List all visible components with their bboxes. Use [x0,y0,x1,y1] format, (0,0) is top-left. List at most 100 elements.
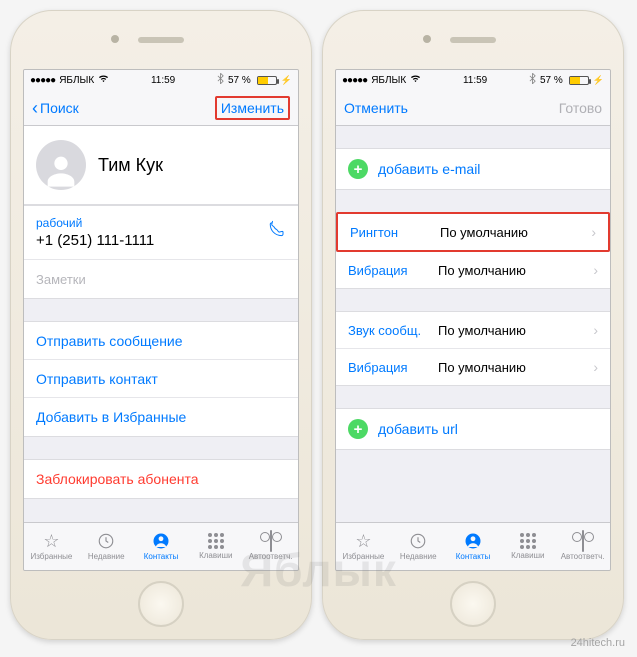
block-contact-row[interactable]: Заблокировать абонента [24,460,298,498]
vibration2-value: По умолчанию [438,360,587,375]
tab-voicemail-label: Автоответч. [249,552,293,561]
tab-voicemail[interactable]: Автоответч. [243,532,298,561]
nav-bar: Отменить Готово [336,90,610,126]
speaker [138,37,184,43]
contact-name: Тим Кук [98,155,163,176]
wifi-icon [410,74,421,86]
add-url-row[interactable]: + добавить url [336,409,610,449]
keypad-icon [520,533,536,549]
vibration-row[interactable]: Вибрация По умолчанию › [336,252,610,288]
tab-recents-label: Недавние [88,552,125,561]
vibration-label: Вибрация [348,263,438,278]
chevron-right-icon: › [593,359,598,375]
text-tone-row[interactable]: Звук сообщ. По умолчанию › [336,312,610,349]
voicemail-icon [582,532,584,550]
home-button[interactable] [450,581,496,627]
tab-favorites[interactable]: ☆ Избранные [24,532,79,561]
ringtone-label: Рингтон [350,225,440,240]
tab-contacts[interactable]: Контакты [446,532,501,561]
battery-icon [257,76,277,85]
star-icon: ☆ [43,532,59,550]
bluetooth-icon [217,73,224,87]
back-button[interactable]: ‹ Поиск [32,99,79,117]
plus-icon: + [348,159,368,179]
notes-label: Заметки [36,272,86,287]
screen-left: ●●●●● ЯБЛЫК 11:59 57 % ⚡ [23,69,299,571]
ringtone-highlight: Рингтон По умолчанию › [336,212,610,252]
text-tone-value: По умолчанию [438,323,587,338]
vibration2-label: Вибрация [348,360,438,375]
chevron-right-icon: › [591,224,596,240]
wifi-icon [98,74,109,86]
block-contact-label: Заблокировать абонента [36,471,199,487]
cancel-button[interactable]: Отменить [344,100,408,116]
status-bar: ●●●●● ЯБЛЫК 11:59 57 % ⚡ [24,70,298,90]
clock-icon [96,532,116,550]
done-button[interactable]: Готово [559,100,602,116]
chevron-right-icon: › [593,262,598,278]
tab-keypad[interactable]: Клавиши [188,533,243,560]
send-message-row[interactable]: Отправить сообщение [24,322,298,360]
tab-recents[interactable]: Недавние [79,532,134,561]
tab-keypad[interactable]: Клавиши [500,533,555,560]
signal-dots: ●●●●● [30,75,55,86]
clock-icon [408,532,428,550]
text-tone-label: Звук сообщ. [348,323,438,338]
carrier-label: ЯБЛЫК [59,75,94,86]
tab-contacts-label: Контакты [456,552,491,561]
tab-favorites-label: Избранные [30,552,72,561]
tab-contacts[interactable]: Контакты [134,532,189,561]
iphone-left: ●●●●● ЯБЛЫК 11:59 57 % ⚡ [10,10,312,640]
battery-pct: 57 % [540,75,563,86]
tab-favorites-label: Избранные [342,552,384,561]
back-label: Поиск [40,100,79,116]
add-email-row[interactable]: + добавить e-mail [336,149,610,189]
clock: 11:59 [151,75,175,86]
front-camera [111,35,119,43]
bluetooth-icon [529,73,536,87]
send-contact-label: Отправить контакт [36,371,158,387]
battery-pct: 57 % [228,75,251,86]
ringtone-value: По умолчанию [440,225,585,240]
vibration2-row[interactable]: Вибрация По умолчанию › [336,349,610,385]
star-icon: ☆ [355,532,371,550]
tab-keypad-label: Клавиши [199,551,232,560]
notes-row[interactable]: Заметки [24,260,298,298]
tab-favorites[interactable]: ☆ Избранные [336,532,391,561]
tab-recents[interactable]: Недавние [391,532,446,561]
add-favorites-row[interactable]: Добавить в Избранные [24,398,298,436]
add-email-label: добавить e-mail [378,161,480,177]
credit-label: 24hitech.ru [571,637,625,649]
tab-recents-label: Недавние [400,552,437,561]
chevron-left-icon: ‹ [32,99,38,117]
ringtone-row[interactable]: Рингтон По умолчанию › [338,214,608,250]
nav-bar: ‹ Поиск Изменить [24,90,298,126]
tab-contacts-label: Контакты [144,552,179,561]
phone-number: +1 (251) 111-1111 [36,232,154,249]
tab-keypad-label: Клавиши [511,551,544,560]
carrier-label: ЯБЛЫК [371,75,406,86]
tab-voicemail[interactable]: Автоответч. [555,532,610,561]
charging-icon: ⚡ [281,75,292,86]
status-bar: ●●●●● ЯБЛЫК 11:59 57 % ⚡ [336,70,610,90]
keypad-icon [208,533,224,549]
chevron-right-icon: › [593,322,598,338]
clock: 11:59 [463,75,487,86]
edit-button[interactable]: Изменить [215,96,290,120]
add-url-label: добавить url [378,421,458,437]
tab-voicemail-label: Автоответч. [561,552,605,561]
person-icon [151,532,171,550]
plus-icon: + [348,419,368,439]
send-message-label: Отправить сообщение [36,333,183,349]
home-button[interactable] [138,581,184,627]
phone-type-label: рабочий [36,216,154,230]
front-camera [423,35,431,43]
person-icon [463,532,483,550]
voicemail-icon [270,532,272,550]
phone-row[interactable]: рабочий +1 (251) 111-1111 [24,206,298,260]
charging-icon: ⚡ [593,75,604,86]
battery-icon [569,76,589,85]
send-contact-row[interactable]: Отправить контакт [24,360,298,398]
iphone-right: ●●●●● ЯБЛЫК 11:59 57 % ⚡ Отмени [322,10,624,640]
phone-icon[interactable] [266,220,286,246]
